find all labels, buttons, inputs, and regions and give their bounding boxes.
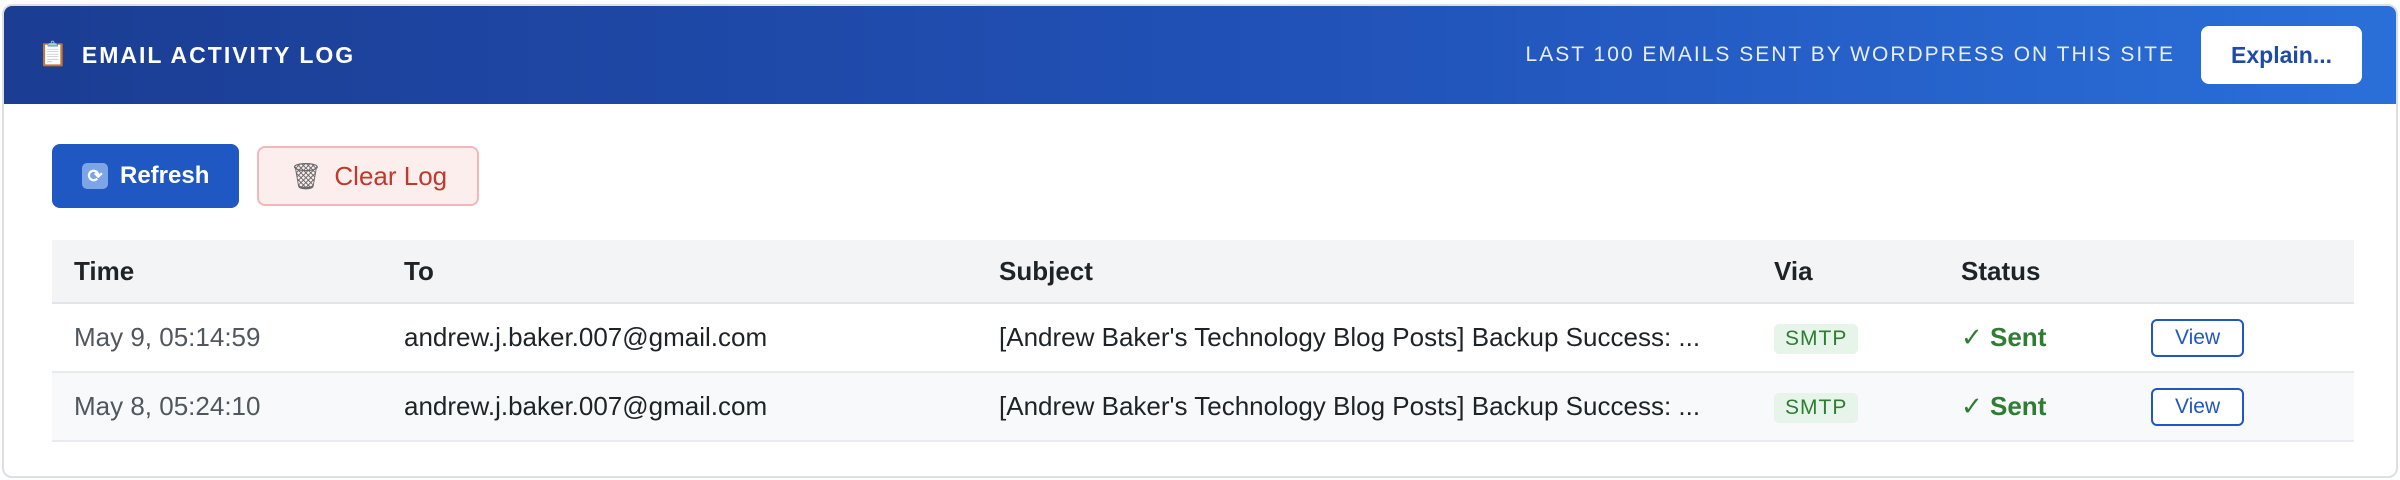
panel-title: EMAIL ACTIVITY LOG	[81, 41, 356, 68]
cell-subject: [Andrew Baker's Technology Blog Posts] B…	[999, 322, 1701, 352]
via-badge: SMTP	[1774, 393, 1859, 423]
view-button[interactable]: View	[2151, 318, 2245, 357]
panel-header: 📋 EMAIL ACTIVITY LOG LAST 100 EMAILS SEN…	[4, 6, 2396, 104]
cell-actions: View	[2151, 318, 2354, 357]
table-row: May 8, 05:24:10 andrew.j.baker.007@gmail…	[52, 373, 2354, 442]
table-row: May 9, 05:14:59 andrew.j.baker.007@gmail…	[52, 304, 2354, 373]
cell-to: andrew.j.baker.007@gmail.com	[404, 322, 768, 352]
column-header-via: Via	[1774, 255, 1813, 286]
cell-time: May 9, 05:14:59	[74, 322, 261, 352]
email-log-table: Time To Subject Via Status May 9, 05:14:…	[52, 240, 2354, 442]
cell-status: ✓ Sent	[1961, 391, 2151, 422]
column-header-status: Status	[1961, 255, 2041, 286]
cell-via: SMTP	[1774, 321, 1961, 354]
clipboard-icon: 📋	[38, 41, 68, 68]
column-header-to: To	[404, 255, 434, 286]
wastebasket-icon: 🗑	[289, 160, 323, 191]
cell-subject: [Andrew Baker's Technology Blog Posts] B…	[999, 391, 1701, 421]
table-header-row: Time To Subject Via Status	[52, 240, 2354, 304]
via-badge: SMTP	[1774, 324, 1859, 354]
panel-subtitle: LAST 100 EMAILS SENT BY WORDPRESS ON THI…	[1525, 43, 2176, 66]
view-button[interactable]: View	[2151, 387, 2245, 426]
cell-to: andrew.j.baker.007@gmail.com	[404, 391, 768, 421]
cell-time: May 8, 05:24:10	[74, 391, 261, 421]
status-badge: ✓ Sent	[1961, 322, 2047, 352]
status-badge: ✓ Sent	[1961, 391, 2047, 421]
email-activity-log-panel: 📋 EMAIL ACTIVITY LOG LAST 100 EMAILS SEN…	[2, 4, 2398, 478]
clear-log-label: Clear Log	[334, 160, 448, 191]
column-header-subject: Subject	[999, 255, 1093, 286]
explain-button[interactable]: Explain...	[2201, 26, 2362, 84]
refresh-button[interactable]: ⟳ Refresh	[52, 144, 240, 208]
clear-log-button[interactable]: 🗑 Clear Log	[257, 146, 480, 206]
refresh-icon: ⟳	[82, 163, 108, 189]
cell-status: ✓ Sent	[1961, 322, 2151, 353]
column-header-time: Time	[74, 255, 135, 286]
cell-actions: View	[2151, 387, 2354, 426]
toolbar: ⟳ Refresh 🗑 Clear Log	[52, 144, 480, 208]
refresh-label: Refresh	[120, 162, 210, 189]
cell-via: SMTP	[1774, 390, 1961, 423]
